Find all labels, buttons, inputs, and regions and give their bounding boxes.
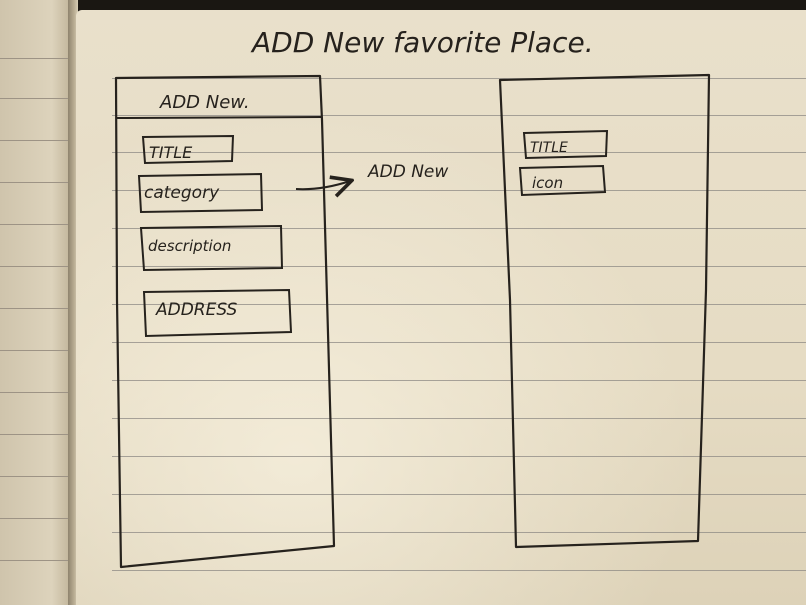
left-screen-header: ADD New. [159,92,250,113]
field-title: TITLE [141,134,235,165]
field-address: ADDRESS [142,288,293,338]
right-field-icon-label: icon [532,174,563,192]
field-description: description [139,224,284,272]
field-category: category [137,172,264,214]
field-description-label: description [148,237,231,255]
right-field-title: TITLE [522,129,609,160]
right-field-icon: icon [518,164,607,197]
arrow-label: ADD New [367,162,448,182]
field-title-label: TITLE [149,143,193,162]
left-screen-header-divider [116,116,322,119]
field-category-label: category [144,183,220,203]
right-field-title-label: TITLE [530,140,568,156]
field-address-label: ADDRESS [155,300,238,320]
wireframe-sketch: ADD New favorite Place. ADD New. TITLE c… [114,26,711,569]
sketch-title: ADD New favorite Place. [250,26,594,59]
